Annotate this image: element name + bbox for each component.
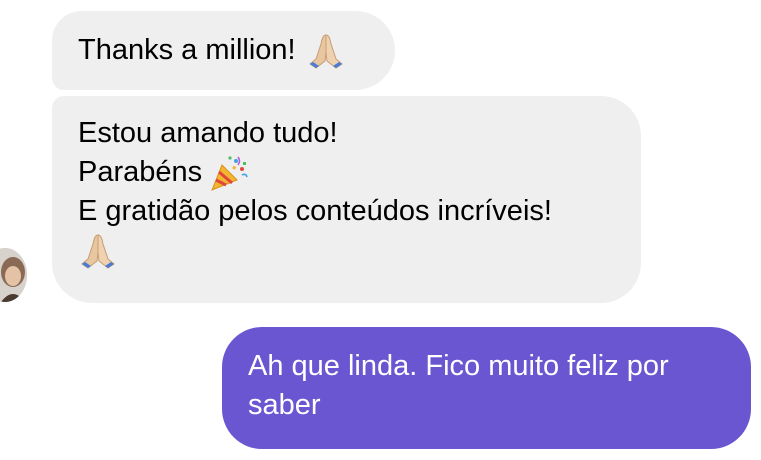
- message-line: E gratidão pelos conteúdos incríveis!: [78, 192, 615, 231]
- message-line: Parabéns: [78, 153, 615, 192]
- message-text: Ah que linda. Fico muito feliz por saber: [248, 350, 669, 421]
- party-popper-icon: [208, 153, 248, 193]
- message-text: E gratidão pelos conteúdos incríveis!: [78, 195, 552, 227]
- message-bubble-incoming[interactable]: Thanks a million!: [52, 11, 395, 90]
- folded-hands-icon: [306, 31, 346, 71]
- message-bubble-incoming[interactable]: Estou amando tudo! Parabéns E gratidão p…: [52, 96, 641, 303]
- message-line: [78, 231, 615, 270]
- message-bubble-outgoing[interactable]: Ah que linda. Fico muito feliz por saber: [222, 327, 751, 449]
- sender-avatar[interactable]: [0, 248, 27, 302]
- folded-hands-icon: [78, 231, 118, 271]
- message-text: Estou amando tudo!: [78, 117, 338, 149]
- message-text: Parabéns: [78, 156, 203, 188]
- message-line: Estou amando tudo!: [78, 114, 615, 153]
- message-text: Thanks a million!: [78, 34, 296, 66]
